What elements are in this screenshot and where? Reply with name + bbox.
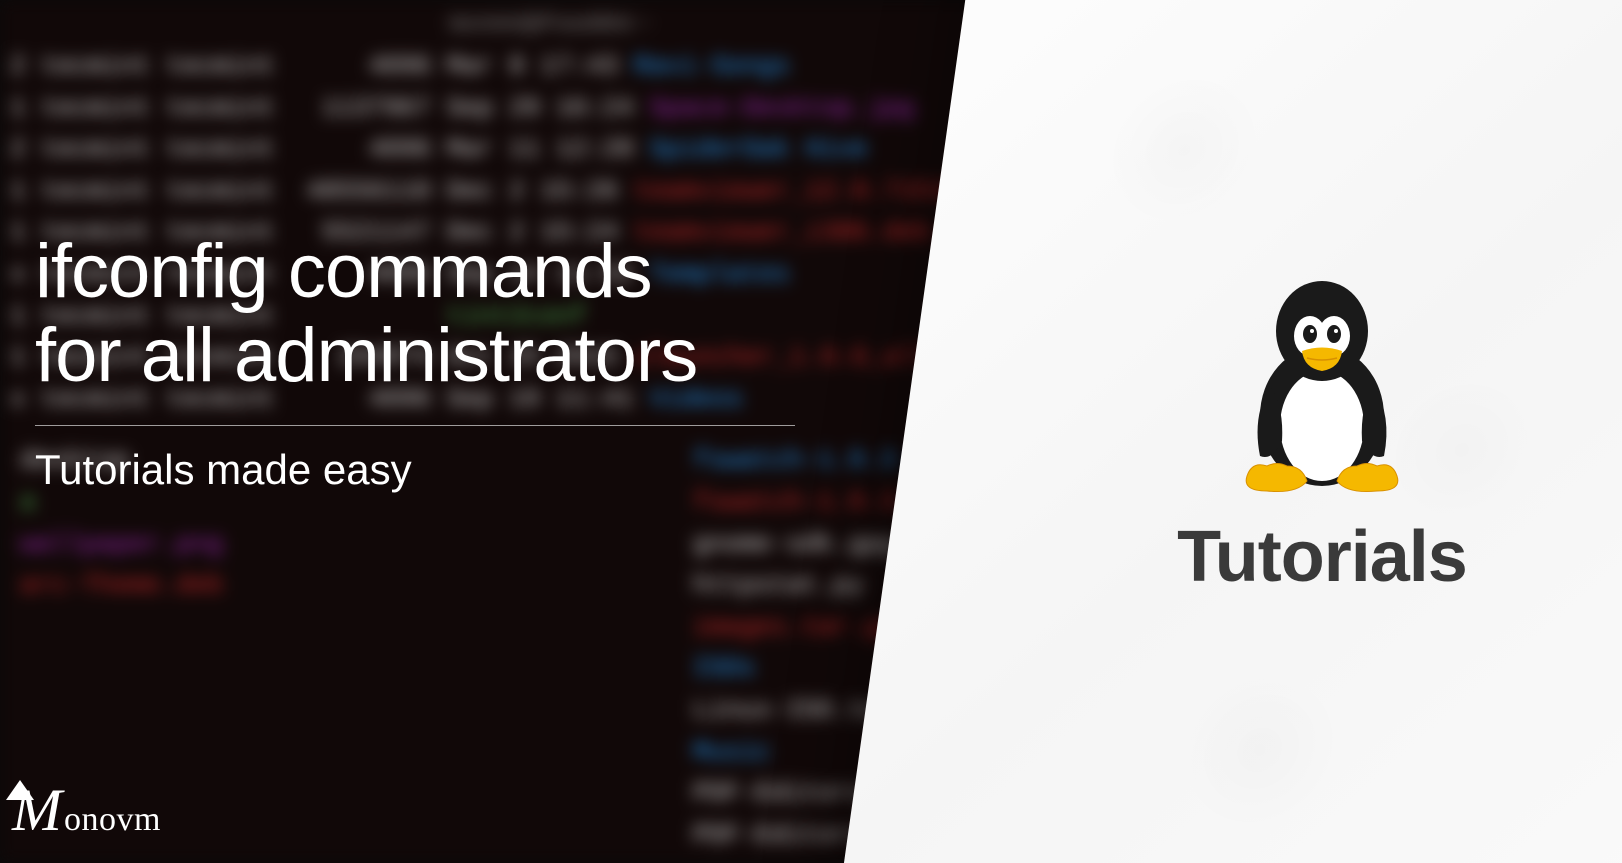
tutorials-heading: Tutorials xyxy=(1177,516,1467,598)
terminal-row: 1 tecmint tecmint 1137967 Sep 29 16:24 S… xyxy=(0,88,1100,130)
monovm-logo: M onovm xyxy=(12,776,161,845)
terminal-item: arc-Theme.deb xyxy=(10,565,223,607)
banner-image: tecmint@FossMint ~ 2 tecmint tecmint 409… xyxy=(0,0,1622,863)
banner-text-overlay: ifconfig commands for all administrators… xyxy=(35,230,795,494)
right-panel: Tutorials xyxy=(1022,0,1622,863)
terminal-item: wallpaper.png xyxy=(10,524,223,566)
banner-subtitle: Tutorials made easy xyxy=(35,446,795,494)
title-line-2: for all administrators xyxy=(35,313,697,398)
logo-text-rest: onovm xyxy=(64,801,161,839)
title-divider xyxy=(35,425,795,426)
logo-letter-m: M xyxy=(12,776,70,845)
banner-title: ifconfig commands for all administrators xyxy=(35,230,795,397)
terminal-row: 1 tecmint tecmint 48556110 Dec 2 15:26 t… xyxy=(0,171,1100,213)
tux-linux-icon xyxy=(1222,266,1422,496)
terminal-row: 2 tecmint tecmint 4096 Mar 8 17:43 Ravi-… xyxy=(0,46,1100,88)
terminal-window-title: tecmint@FossMint ~ xyxy=(0,0,1100,46)
title-line-1: ifconfig commands xyxy=(35,229,652,314)
terminal-row: 2 tecmint tecmint 4096 Mar 11 12:20 Spid… xyxy=(0,129,1100,171)
